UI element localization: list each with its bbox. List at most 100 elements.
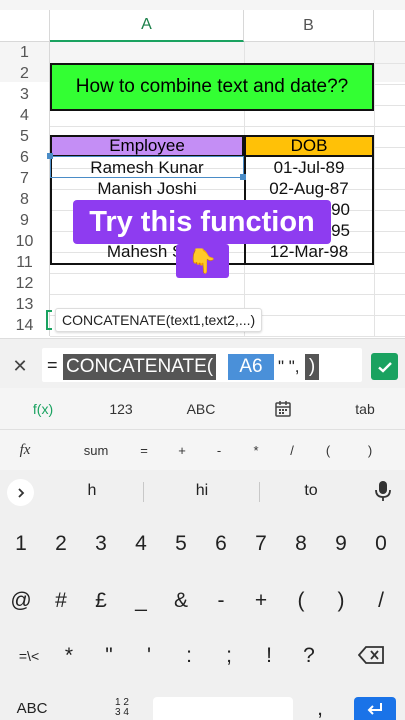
divide-op-button[interactable]: / (278, 430, 306, 470)
row-header[interactable]: 4 (0, 105, 50, 126)
key[interactable]: =\< (10, 637, 48, 675)
suggestion-3[interactable]: to (281, 470, 341, 512)
multiply-op-button[interactable]: * (242, 430, 270, 470)
fx-mode-button[interactable]: f(x) (18, 388, 68, 430)
equals-op-button[interactable]: = (130, 430, 158, 470)
key[interactable]: - (202, 582, 240, 620)
key[interactable]: 9 (322, 525, 360, 563)
key[interactable]: ) (322, 582, 360, 620)
space-key[interactable] (153, 697, 293, 720)
key[interactable]: 5 (162, 525, 200, 563)
suggestion-divider (259, 482, 260, 502)
cell-b7[interactable]: 02-Aug-87 (244, 178, 374, 199)
key[interactable]: 6 (202, 525, 240, 563)
key[interactable]: + (242, 582, 280, 620)
fx-insert-button[interactable]: fx (8, 430, 42, 470)
column-header-c[interactable] (374, 10, 405, 42)
enter-key[interactable] (354, 697, 396, 720)
row-header[interactable]: 7 (0, 168, 50, 189)
row-header[interactable]: 8 (0, 189, 50, 210)
grid-vline (374, 42, 375, 336)
row-header[interactable]: 2 (0, 63, 50, 84)
text-mode-button[interactable]: ABC (176, 388, 226, 430)
row-header[interactable]: 10 (0, 231, 50, 252)
key[interactable]: 8 (282, 525, 320, 563)
selection-handle[interactable] (240, 174, 246, 180)
row-header[interactable]: 13 (0, 294, 50, 315)
backspace-key[interactable] (357, 645, 388, 667)
key[interactable]: / (362, 582, 400, 620)
key[interactable]: & (162, 582, 200, 620)
key[interactable]: ( (282, 582, 320, 620)
calendar-icon[interactable] (258, 388, 308, 430)
key[interactable]: # (42, 582, 80, 620)
formula-reference-token[interactable]: A6 (228, 354, 274, 380)
tab-key-button[interactable]: tab (340, 388, 390, 430)
row-header[interactable]: 9 (0, 210, 50, 231)
formula-paren-token[interactable]: ) (305, 354, 319, 380)
minus-op-button[interactable]: - (205, 430, 233, 470)
suggestion-divider (143, 482, 144, 502)
row-header[interactable]: 6 (0, 147, 50, 168)
row-header[interactable]: 1 (0, 42, 50, 63)
operator-toolbar (0, 430, 405, 470)
row-header[interactable]: 14 (0, 315, 50, 336)
sum-button[interactable]: sum (74, 430, 118, 470)
cell-selection (50, 156, 244, 178)
close-paren-button[interactable]: ) (356, 430, 384, 470)
key[interactable]: @ (2, 582, 40, 620)
key[interactable]: * (50, 637, 88, 675)
row-header[interactable]: 11 (0, 252, 50, 273)
key[interactable]: ! (250, 637, 288, 675)
suggestion-2[interactable]: hi (172, 470, 232, 512)
key[interactable]: 2 (42, 525, 80, 563)
key[interactable]: 4 (122, 525, 160, 563)
key[interactable]: ; (210, 637, 248, 675)
key[interactable]: : (170, 637, 208, 675)
calendar-glyph (275, 401, 291, 417)
key[interactable]: ' (130, 637, 168, 675)
key[interactable]: _ (122, 582, 160, 620)
microphone-icon[interactable] (372, 479, 394, 503)
selection-handle[interactable] (47, 153, 53, 159)
open-paren-button[interactable]: ( (314, 430, 342, 470)
row-header[interactable]: 5 (0, 126, 50, 147)
key[interactable]: 3 (82, 525, 120, 563)
numpad-mode-key[interactable]: 1 2 3 4 (110, 698, 134, 720)
sheet-title-cell[interactable]: How to combine text and date?? (50, 63, 374, 111)
suggestions-expand-button[interactable] (7, 479, 34, 506)
comma-key[interactable]: , (300, 697, 340, 720)
row-header[interactable]: 3 (0, 84, 50, 105)
cell-b6[interactable]: 01-Jul-89 (244, 157, 374, 178)
key[interactable]: 1 (2, 525, 40, 563)
cell-b10[interactable]: 12-Mar-98 (244, 241, 374, 262)
backspace-icon (357, 646, 384, 664)
grid-hline (50, 336, 405, 337)
screen: A B 1 2 3 4 5 6 7 8 9 10 11 12 13 14 How to combine t… (0, 0, 405, 720)
key[interactable]: £ (82, 582, 120, 620)
cancel-formula-button[interactable]: ✕ (6, 352, 34, 380)
abc-mode-key[interactable]: ABC (8, 697, 56, 720)
key[interactable]: 0 (362, 525, 400, 563)
cell-a7[interactable]: Manish Joshi (50, 178, 244, 199)
header-dob-cell[interactable]: DOB (244, 135, 374, 157)
column-header-b[interactable]: B (244, 10, 374, 42)
chevron-right-icon (17, 487, 24, 498)
key[interactable]: " (90, 637, 128, 675)
key[interactable]: 7 (242, 525, 280, 563)
row-header[interactable]: 12 (0, 273, 50, 294)
suggestion-1[interactable]: h (62, 470, 122, 512)
function-tooltip: CONCATENATE(text1,text2,...) (55, 308, 263, 332)
grid-hline (50, 294, 405, 295)
tooltip-bracket (46, 310, 52, 330)
plus-op-button[interactable]: + (168, 430, 196, 470)
formula-text-token[interactable]: " ", (278, 354, 300, 380)
number-mode-button[interactable]: 123 (96, 388, 146, 430)
formula-function-token[interactable]: CONCATENATE( (63, 354, 217, 380)
column-header-a[interactable]: A (50, 10, 244, 42)
confirm-formula-button[interactable] (371, 353, 398, 380)
header-employee-cell[interactable]: Employee (50, 135, 244, 157)
corner-cell[interactable] (0, 10, 50, 42)
formula-equals: = (47, 355, 58, 375)
key[interactable]: ? (290, 637, 328, 675)
